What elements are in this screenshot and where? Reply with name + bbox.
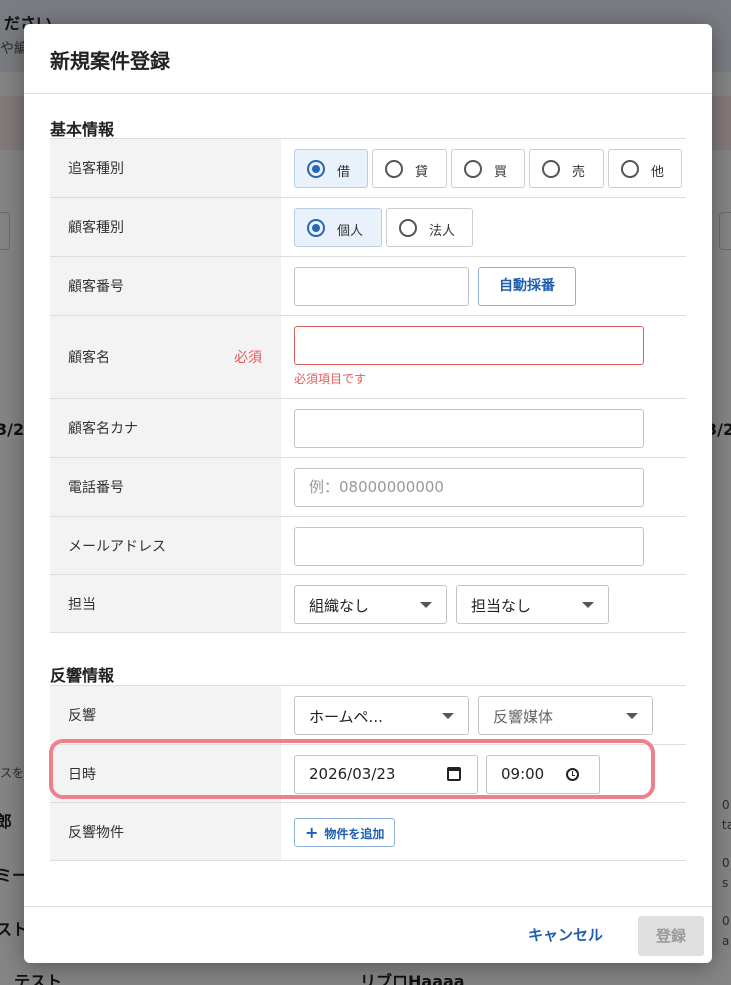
radio-customer-corporate[interactable]: 法人: [386, 208, 473, 247]
row-tracking-type: 追客種別 借 貸 買 売 他: [50, 138, 686, 197]
radio-label: 売: [572, 165, 586, 180]
row-customer-name: 顧客名 必須 必須項目です: [50, 315, 686, 398]
radio-tracking-lend[interactable]: 貸: [372, 149, 447, 188]
chevron-down-icon: [582, 602, 594, 608]
row-label-cell: 担当: [50, 575, 281, 632]
radio-unselected-icon: [464, 160, 482, 178]
radio-tracking-rent[interactable]: 借: [294, 149, 368, 188]
customer-name-label: 顧客名: [68, 350, 110, 366]
datetime-highlight-ring: [49, 739, 655, 799]
phone-input[interactable]: 例：08000000000: [294, 468, 644, 507]
row-response-property: 反響物件 + 物件を追加: [50, 802, 686, 861]
add-property-button[interactable]: + 物件を追加: [294, 818, 396, 847]
customer-name-error: 必須項目です: [294, 372, 367, 386]
customer-type-label: 顧客種別: [68, 220, 124, 236]
row-label-cell: 顧客名 必須: [50, 316, 281, 398]
assignee-label: 担当: [68, 596, 96, 613]
row-customer-kana: 顧客名カナ: [50, 398, 686, 457]
row-label-cell: 反響: [50, 686, 281, 744]
dialog-header: 新規案件登録: [24, 24, 712, 94]
radio-unselected-icon: [621, 160, 639, 178]
customer-number-input[interactable]: [294, 267, 469, 306]
response-media-select[interactable]: 反響媒体: [478, 696, 653, 735]
radio-label: 他: [651, 165, 665, 180]
radio-label: 法人: [429, 224, 456, 239]
radio-selected-icon: [307, 219, 325, 237]
radio-label: 貸: [415, 165, 429, 180]
organization-select-value: 組織なし: [309, 597, 370, 615]
radio-label: 借: [337, 165, 351, 180]
row-response: 反響 ホームペ... 反響媒体: [50, 685, 686, 744]
assignee-select[interactable]: 担当なし: [456, 585, 609, 624]
radio-customer-individual[interactable]: 個人: [294, 208, 382, 247]
row-label-cell: メールアドレス: [50, 517, 281, 574]
radio-unselected-icon: [542, 160, 560, 178]
email-input[interactable]: [294, 527, 644, 566]
assignee-select-value: 担当なし: [471, 597, 532, 615]
row-label-cell: 電話番号: [50, 458, 281, 516]
chevron-down-icon: [420, 602, 432, 608]
response-source-value: ホームペ...: [309, 708, 383, 726]
chevron-down-icon: [442, 713, 454, 719]
section-basic-info: 基本情報: [50, 120, 115, 139]
auto-number-button[interactable]: 自動採番: [478, 267, 576, 306]
response-label: 反響: [68, 708, 96, 724]
organization-select[interactable]: 組織なし: [294, 585, 447, 624]
radio-selected-icon: [307, 160, 325, 178]
add-property-label: 物件を追加: [324, 827, 385, 841]
row-customer-number: 顧客番号 自動採番: [50, 256, 686, 315]
chevron-down-icon: [626, 713, 638, 719]
radio-tracking-buy[interactable]: 買: [451, 149, 525, 188]
response-source-select[interactable]: ホームペ...: [294, 696, 469, 735]
row-label-cell: 顧客種別: [50, 198, 281, 256]
response-media-value: 反響媒体: [493, 708, 554, 726]
radio-unselected-icon: [385, 160, 403, 178]
radio-tracking-other[interactable]: 他: [608, 149, 682, 188]
register-button[interactable]: 登録: [638, 916, 704, 956]
customer-number-label: 顧客番号: [68, 279, 124, 295]
required-badge: 必須: [234, 350, 262, 366]
phone-placeholder: 例：08000000000: [309, 478, 444, 496]
plus-icon: +: [305, 823, 319, 842]
phone-label: 電話番号: [68, 480, 124, 496]
row-phone: 電話番号 例：08000000000: [50, 457, 686, 516]
section-response-info: 反響情報: [50, 666, 115, 685]
new-case-dialog: 新規案件登録 基本情報 追客種別 借 貸 買 売 他 顧客種別 個人 法人 顧客…: [24, 24, 712, 963]
dialog-title: 新規案件登録: [50, 49, 170, 73]
response-property-label: 反響物件: [68, 824, 124, 841]
row-email: メールアドレス: [50, 516, 686, 574]
row-label-cell: 追客種別: [50, 139, 281, 197]
customer-name-input[interactable]: [294, 326, 644, 365]
row-label-cell: 反響物件: [50, 803, 281, 860]
tracking-type-label: 追客種別: [68, 161, 124, 177]
customer-kana-label: 顧客名カナ: [68, 421, 138, 437]
radio-label: 個人: [337, 224, 364, 239]
row-label-cell: 顧客名カナ: [50, 399, 281, 457]
row-customer-type: 顧客種別 個人 法人: [50, 197, 686, 256]
row-assignee: 担当 組織なし 担当なし: [50, 574, 686, 633]
cancel-button[interactable]: キャンセル: [528, 921, 603, 950]
customer-kana-input[interactable]: [294, 409, 644, 448]
radio-tracking-sell[interactable]: 売: [529, 149, 604, 188]
row-label-cell: 顧客番号: [50, 257, 281, 315]
radio-unselected-icon: [399, 219, 417, 237]
email-label: メールアドレス: [68, 538, 166, 555]
radio-label: 買: [494, 165, 508, 180]
dialog-footer: キャンセル 登録: [24, 906, 712, 963]
